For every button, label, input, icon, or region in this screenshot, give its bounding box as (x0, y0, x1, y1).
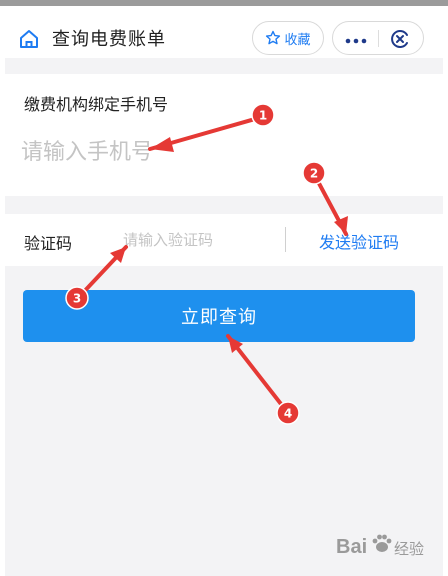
query-button[interactable]: 立即查询 (23, 290, 415, 342)
favorite-label: 收藏 (284, 32, 311, 48)
phone-card: 缴费机构绑定手机号 (5, 74, 443, 196)
paw-icon (370, 532, 394, 556)
send-code-button[interactable]: 发送验证码 (319, 229, 399, 253)
watermark-text: 经验 (394, 540, 425, 558)
nav-bar: 查询电费账单 收藏 (0, 6, 448, 58)
phone-input[interactable] (21, 132, 321, 172)
home-icon[interactable] (18, 28, 40, 50)
favorite-button[interactable]: 收藏 (252, 21, 324, 55)
capsule-divider (378, 30, 379, 47)
close-icon[interactable] (389, 28, 411, 50)
star-icon (266, 30, 281, 45)
code-divider (285, 227, 286, 252)
mini-program-capsule (332, 21, 424, 55)
more-icon[interactable] (345, 32, 367, 44)
code-input[interactable] (123, 224, 273, 256)
verification-card: 验证码 发送验证码 (5, 214, 443, 266)
watermark-brand: Bai (336, 536, 368, 558)
baidu-watermark: Bai 经验 (336, 530, 436, 570)
phone-label: 缴费机构绑定手机号 (24, 95, 169, 114)
code-label: 验证码 (24, 234, 73, 253)
page-title: 查询电费账单 (52, 29, 166, 50)
